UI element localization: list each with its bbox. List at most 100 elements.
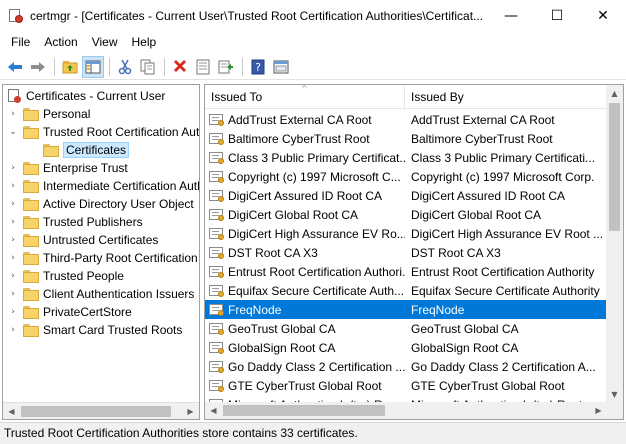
issued-to-text: FreqNode <box>228 302 282 317</box>
chevron-right-icon[interactable]: › <box>7 234 19 246</box>
cell-issued-to: Copyright (c) 1997 Microsoft C... <box>205 170 405 184</box>
menu-file[interactable]: File <box>4 32 37 52</box>
list-scroll-thumb[interactable] <box>609 103 620 231</box>
list-hscroll-thumb[interactable] <box>223 405 385 416</box>
chevron-right-icon[interactable]: › <box>7 180 19 192</box>
delete-button[interactable] <box>169 56 191 78</box>
tree-root[interactable]: Certificates - Current User <box>6 87 165 105</box>
tree-scroll-thumb[interactable] <box>21 406 171 417</box>
table-row[interactable]: Go Daddy Class 2 Certification ... Go Dad… <box>205 357 607 376</box>
folder-icon <box>23 287 39 301</box>
console-tree[interactable]: Certificates - Current User › Personal ⌄… <box>2 84 200 420</box>
table-row[interactable]: Entrust Root Certification Authori... Ent… <box>205 262 607 281</box>
column-issued-to[interactable]: ^ Issued To <box>205 85 405 109</box>
tree-item-trusted-publishers[interactable]: › Trusted Publishers <box>7 213 142 231</box>
certmgr-app-icon[interactable] <box>8 8 24 24</box>
chevron-right-icon[interactable]: › <box>7 252 19 264</box>
cell-issued-by: DigiCert Global Root CA <box>411 207 542 222</box>
tree-item-third-party-root[interactable]: › Third-Party Root Certification Authori… <box>7 249 199 267</box>
scroll-down-icon[interactable]: ▼ <box>606 386 623 403</box>
properties-button[interactable] <box>192 56 214 78</box>
tree-item-active-directory-user-object[interactable]: › Active Directory User Object <box>7 195 194 213</box>
copy-button[interactable] <box>137 56 159 78</box>
column-issued-by[interactable]: Issued By <box>405 85 607 109</box>
chevron-down-icon[interactable]: ⌄ <box>7 126 19 138</box>
tree-item-intermediate-ca[interactable]: › Intermediate Certification Authorities <box>7 177 199 195</box>
help-button[interactable]: ? <box>247 56 269 78</box>
export-list-button[interactable] <box>215 56 237 78</box>
chevron-right-icon[interactable]: › <box>7 216 19 228</box>
back-icon <box>8 61 22 72</box>
tree-item-untrusted-certificates[interactable]: › Untrusted Certificates <box>7 231 158 249</box>
certificate-icon <box>209 132 225 146</box>
chevron-right-icon[interactable]: › <box>7 288 19 300</box>
tree-horizontal-scrollbar[interactable]: ◀ ▶ <box>3 402 199 419</box>
chevron-right-icon[interactable]: › <box>7 306 19 318</box>
tree-item-smart-card-trusted-roots[interactable]: › Smart Card Trusted Roots <box>7 321 182 339</box>
certificate-icon <box>209 227 225 241</box>
table-row[interactable]: FreqNode FreqNode <box>205 300 607 319</box>
chevron-right-icon[interactable]: › <box>7 198 19 210</box>
minimize-button[interactable]: — <box>488 0 534 32</box>
tree-item-certificates[interactable]: Certificates <box>43 141 130 159</box>
certificate-list[interactable]: ^ Issued To Issued By AddTrust External … <box>204 84 624 420</box>
toolbar-separator <box>109 57 110 76</box>
menu-action[interactable]: Action <box>37 32 84 52</box>
chevron-right-icon[interactable]: › <box>7 270 19 282</box>
scroll-up-icon[interactable]: ▲ <box>606 85 623 102</box>
chevron-right-icon[interactable]: › <box>7 324 19 336</box>
tree-item-personal[interactable]: › Personal <box>7 105 90 123</box>
tree-item-trusted-people[interactable]: › Trusted People <box>7 267 124 285</box>
table-row[interactable]: DigiCert Global Root CA DigiCert Global R… <box>205 205 607 224</box>
table-row[interactable]: DigiCert Assured ID Root CA DigiCert Assu… <box>205 186 607 205</box>
cell-issued-by: DST Root CA X3 <box>411 245 501 260</box>
issued-to-text: Copyright (c) 1997 Microsoft C... <box>228 169 401 184</box>
scroll-left-icon[interactable]: ◀ <box>3 403 20 419</box>
list-horizontal-scrollbar[interactable]: ◀ ▶ <box>205 402 607 419</box>
console-button[interactable] <box>270 56 292 78</box>
table-row[interactable]: GlobalSign Root CA GlobalSign Root CA <box>205 338 607 357</box>
chevron-right-icon[interactable]: › <box>7 108 19 120</box>
folder-icon <box>23 215 39 229</box>
menu-help[interactable]: Help <box>125 32 164 52</box>
cut-button[interactable] <box>114 56 136 78</box>
show-hide-tree-button[interactable] <box>82 55 104 78</box>
table-row[interactable]: DST Root CA X3 DST Root CA X3 <box>205 243 607 262</box>
table-row[interactable]: DigiCert High Assurance EV Ro... DigiCert… <box>205 224 607 243</box>
folder-icon <box>23 233 39 247</box>
scrollbar-corner <box>606 402 623 419</box>
table-row[interactable]: AddTrust External CA Root AddTrust Extern… <box>205 110 607 129</box>
list-body: AddTrust External CA Root AddTrust Extern… <box>205 110 607 414</box>
back-button[interactable] <box>4 56 26 78</box>
tree-item-enterprise-trust[interactable]: › Enterprise Trust <box>7 159 128 177</box>
forward-button[interactable] <box>27 56 49 78</box>
cell-issued-to: Go Daddy Class 2 Certification ... <box>205 360 405 374</box>
list-vertical-scrollbar[interactable]: ▲ ▼ <box>606 85 623 403</box>
table-row[interactable]: GeoTrust Global CA GeoTrust Global CA <box>205 319 607 338</box>
cell-issued-by: GTE CyberTrust Global Root <box>411 378 565 393</box>
scroll-right-icon[interactable]: ▶ <box>590 402 607 419</box>
issued-to-text: Equifax Secure Certificate Auth... <box>228 283 405 298</box>
table-row[interactable]: GTE CyberTrust Global Root GTE CyberTrust… <box>205 376 607 395</box>
table-row[interactable]: Class 3 Public Primary Certificat... Clas… <box>205 148 607 167</box>
table-row[interactable]: Copyright (c) 1997 Microsoft C... Copyrig… <box>205 167 607 186</box>
chevron-right-icon[interactable]: › <box>7 162 19 174</box>
menu-view[interactable]: View <box>85 32 125 52</box>
tree-item-label: Personal <box>43 107 91 121</box>
table-row[interactable]: Baltimore CyberTrust Root Baltimore Cyber… <box>205 129 607 148</box>
up-one-level-button[interactable] <box>59 56 81 78</box>
table-row[interactable]: Equifax Secure Certificate Auth... Equifa… <box>205 281 607 300</box>
scroll-right-icon[interactable]: ▶ <box>182 403 199 419</box>
issued-to-text: Baltimore CyberTrust Root <box>228 131 370 146</box>
tree-item-private-cert-store[interactable]: › PrivateCertStore <box>7 303 132 321</box>
tree-item-client-auth-issuers[interactable]: › Client Authentication Issuers <box>7 285 194 303</box>
certificate-icon <box>209 265 225 279</box>
scroll-left-icon[interactable]: ◀ <box>205 402 222 419</box>
issued-to-text: GeoTrust Global CA <box>228 321 336 336</box>
maximize-button[interactable]: ☐ <box>534 0 580 32</box>
title-bar[interactable]: certmgr - [Certificates - Current User\T… <box>0 0 626 32</box>
close-button[interactable]: ✕ <box>580 0 626 32</box>
cell-issued-to: GTE CyberTrust Global Root <box>205 379 405 393</box>
tree-item-trusted-root[interactable]: ⌄ Trusted Root Certification Authorities <box>7 123 199 141</box>
cell-issued-to: GlobalSign Root CA <box>205 341 405 355</box>
